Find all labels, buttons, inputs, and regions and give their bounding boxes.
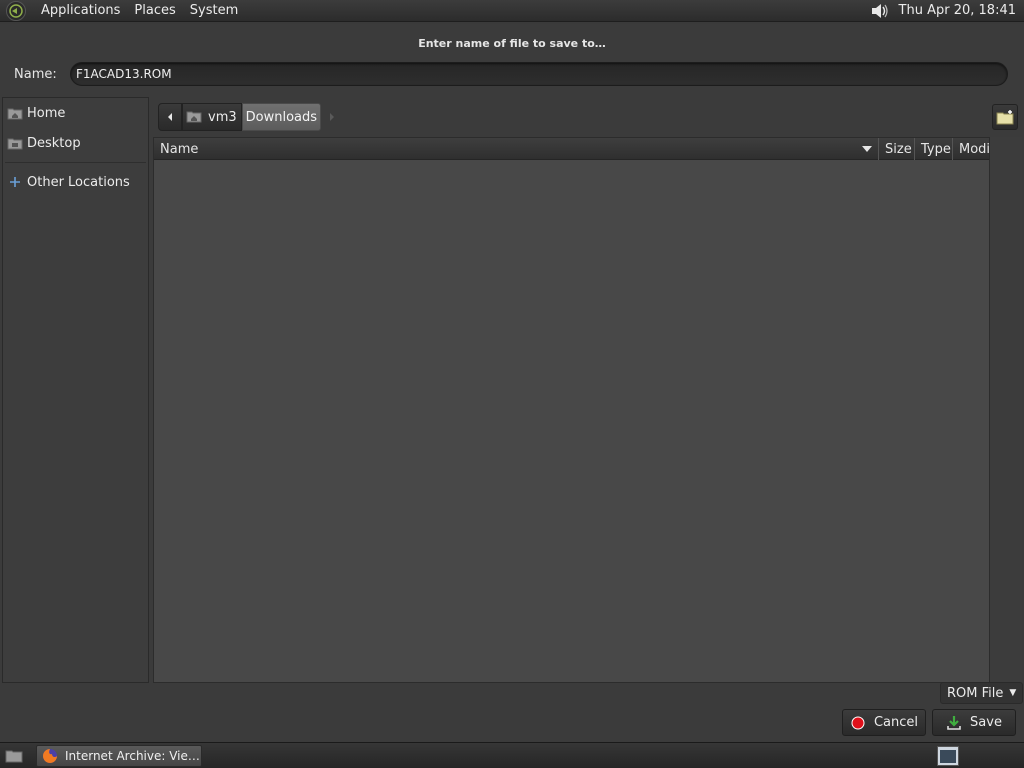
home-folder-icon <box>7 105 23 121</box>
workspace-window-preview <box>940 750 956 763</box>
cancel-button-label: Cancel <box>873 715 919 730</box>
sidebar-item-label: Home <box>27 105 66 121</box>
save-button[interactable]: Save <box>932 709 1016 736</box>
taskbar-window-label: Internet Archive: Vie… <box>65 748 200 763</box>
filename-input[interactable] <box>70 62 1008 86</box>
file-type-filter-label: ROM File <box>947 685 1004 701</box>
save-file-dialog: Enter name of file to save to… Name: Hom… <box>0 24 1024 742</box>
download-icon <box>946 715 962 731</box>
distro-logo-icon[interactable] <box>6 0 26 21</box>
cancel-icon <box>850 715 866 731</box>
column-header: Name Size Type Modifi <box>154 138 989 160</box>
file-type-filter[interactable]: ROM File ▼ <box>940 682 1024 704</box>
sidebar-item-other-locations[interactable]: Other Locations <box>3 167 148 197</box>
cancel-button[interactable]: Cancel <box>842 709 926 736</box>
path-segment-vm3[interactable]: vm3 <box>182 103 242 131</box>
desktop-folder-icon <box>7 135 23 151</box>
panel-tray: Thu Apr 20, 18:41 <box>865 0 1024 22</box>
clock[interactable]: Thu Apr 20, 18:41 <box>895 3 1024 18</box>
column-modified-header[interactable]: Modifi <box>953 138 989 160</box>
sidebar-item-home[interactable]: Home <box>3 98 148 128</box>
taskbar-window-button[interactable]: Internet Archive: Vie… <box>36 744 202 767</box>
new-folder-icon <box>996 110 1014 125</box>
name-row: Name: <box>0 62 1024 86</box>
path-segment-label: Downloads <box>245 109 318 125</box>
bottom-taskbar: Internet Archive: Vie… <box>0 742 1024 768</box>
path-back-button[interactable] <box>158 103 182 131</box>
sidebar-item-label: Desktop <box>27 135 81 151</box>
dialog-title: Enter name of file to save to… <box>418 36 606 50</box>
workspace-switcher[interactable] <box>937 746 959 766</box>
show-desktop-icon[interactable] <box>2 745 26 767</box>
top-panel: Applications Places System Thu Apr 20, 1… <box>0 0 1024 22</box>
scrollbar-track[interactable] <box>989 137 1022 683</box>
path-forward-button[interactable] <box>321 103 343 131</box>
sidebar-separator <box>5 162 146 163</box>
plus-icon <box>7 174 23 190</box>
sort-descending-icon <box>862 146 872 152</box>
column-type-header[interactable]: Type <box>915 138 953 160</box>
name-label: Name: <box>14 66 57 82</box>
create-folder-button[interactable] <box>992 104 1018 130</box>
save-button-label: Save <box>970 715 1002 730</box>
column-name-header[interactable]: Name <box>154 138 879 160</box>
path-segment-downloads[interactable]: Downloads <box>241 103 322 131</box>
sidebar-item-desktop[interactable]: Desktop <box>3 128 148 158</box>
places-sidebar: Home Desktop Other Locations <box>2 97 149 683</box>
volume-icon[interactable] <box>865 0 895 22</box>
menu-applications[interactable]: Applications <box>34 0 127 22</box>
file-list[interactable]: Name Size Type Modifi <box>153 137 990 683</box>
column-size-header[interactable]: Size <box>879 138 915 160</box>
sidebar-item-label: Other Locations <box>27 174 130 190</box>
home-folder-icon <box>186 109 204 125</box>
menu-system[interactable]: System <box>183 0 245 22</box>
path-segment-label: vm3 <box>208 109 237 125</box>
menu-places[interactable]: Places <box>127 0 182 22</box>
firefox-icon <box>41 747 59 765</box>
chevron-down-icon: ▼ <box>1009 688 1017 698</box>
column-name-label: Name <box>160 141 199 157</box>
path-bar: vm3 Downloads <box>158 103 343 131</box>
chevron-right-icon <box>330 113 335 121</box>
chevron-left-icon <box>168 113 172 121</box>
